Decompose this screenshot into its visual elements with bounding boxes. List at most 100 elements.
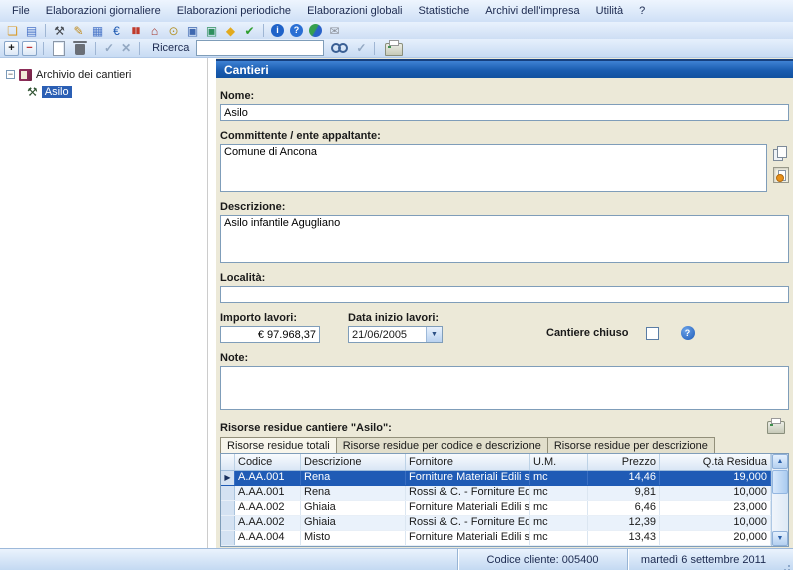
table-row[interactable]: ▶A.AA.001RenaForniture Materiali Edili s…: [221, 471, 771, 486]
filter-icon[interactable]: ✓: [354, 41, 368, 55]
row-selector[interactable]: ▶: [221, 471, 235, 485]
search-input[interactable]: [196, 40, 324, 56]
menu-statistiche[interactable]: Statistiche: [410, 2, 477, 20]
cell-q-t-residua[interactable]: 10,000: [660, 486, 771, 500]
help-icon[interactable]: ?: [681, 326, 695, 340]
worker-icon[interactable]: ⚒: [51, 23, 68, 38]
scroll-up-icon[interactable]: ▲: [772, 454, 788, 469]
column-header-codice[interactable]: Codice: [235, 454, 301, 470]
find-binoculars-icon[interactable]: [331, 42, 347, 54]
table-row[interactable]: A.AA.001RenaRossi & C. - Forniture Edili…: [221, 486, 771, 501]
cell-q-t-residua[interactable]: 10,000: [660, 516, 771, 530]
help-icon[interactable]: ?: [290, 24, 303, 37]
cancel-icon[interactable]: ✕: [119, 41, 133, 55]
cell-u-m-[interactable]: mc: [530, 501, 588, 515]
column-header-u-m-[interactable]: U.M.: [530, 454, 588, 470]
table-row[interactable]: A.AA.004MistoForniture Materiali Edili s…: [221, 531, 771, 546]
grid-scrollbar[interactable]: ▲ ▼: [771, 454, 788, 546]
cell-prezzo[interactable]: 14,46: [588, 471, 660, 485]
data-inizio-combobox[interactable]: 21/06/2005 ▼: [348, 326, 443, 343]
cell-descrizione[interactable]: Rena: [301, 471, 406, 485]
check-icon[interactable]: ✔: [241, 23, 258, 38]
menu-utilit-[interactable]: Utilità: [588, 2, 632, 20]
new-document-icon[interactable]: [53, 41, 65, 56]
tab-risorse-1[interactable]: Risorse residue per codice e descrizione: [336, 437, 548, 453]
info-icon[interactable]: i: [271, 24, 284, 37]
column-header-prezzo[interactable]: Prezzo: [588, 454, 660, 470]
open-folder-icon[interactable]: ❏: [4, 23, 21, 38]
cell-u-m-[interactable]: mc: [530, 486, 588, 500]
row-selector[interactable]: [221, 516, 235, 530]
clock-icon[interactable]: ⊙: [165, 23, 182, 38]
menu-elaborazioni-globali[interactable]: Elaborazioni globali: [299, 2, 410, 20]
book-icon[interactable]: ◆: [222, 23, 239, 38]
table-row[interactable]: A.AA.002GhiaiaForniture Materiali Edili …: [221, 501, 771, 516]
row-selector[interactable]: [221, 531, 235, 545]
cell-descrizione[interactable]: Ghiaia: [301, 501, 406, 515]
column-header-descrizione[interactable]: Descrizione: [301, 454, 406, 470]
chart-icon[interactable]: ▮▮: [127, 23, 144, 38]
cell-fornitore[interactable]: Forniture Materiali Edili spa: [406, 531, 530, 545]
mail-icon[interactable]: ✉: [326, 23, 343, 38]
monitor-icon[interactable]: ▣: [203, 23, 220, 38]
cell-prezzo[interactable]: 9,81: [588, 486, 660, 500]
cell-q-t-residua[interactable]: 20,000: [660, 531, 771, 545]
tab-risorse-2[interactable]: Risorse residue per descrizione: [547, 437, 715, 453]
confirm-icon[interactable]: ✓: [102, 41, 116, 55]
cell-fornitore[interactable]: Rossi & C. - Forniture Edili snc: [406, 516, 530, 530]
delete-icon[interactable]: [75, 44, 85, 55]
cell-codice[interactable]: A.AA.002: [235, 516, 301, 530]
cell-u-m-[interactable]: mc: [530, 531, 588, 545]
edit-icon[interactable]: ✎: [70, 23, 87, 38]
cell-q-t-residua[interactable]: 23,000: [660, 501, 771, 515]
menu-elaborazioni-giornaliere[interactable]: Elaborazioni giornaliere: [38, 2, 169, 20]
computers-icon[interactable]: ▣: [184, 23, 201, 38]
cell-u-m-[interactable]: mc: [530, 471, 588, 485]
cell-q-t-residua[interactable]: 19,000: [660, 471, 771, 485]
cell-fornitore[interactable]: Rossi & C. - Forniture Edili snc: [406, 486, 530, 500]
localita-input[interactable]: [220, 286, 789, 303]
scroll-down-icon[interactable]: ▼: [772, 531, 788, 546]
calculator-icon[interactable]: ▦: [89, 23, 106, 38]
print-risorse-icon[interactable]: [767, 421, 785, 434]
tab-risorse-0[interactable]: Risorse residue totali: [220, 437, 337, 453]
factory-icon[interactable]: ⌂: [146, 23, 163, 38]
euro-icon[interactable]: €: [108, 23, 125, 38]
cell-u-m-[interactable]: mc: [530, 516, 588, 530]
chevron-down-icon[interactable]: ▼: [426, 327, 442, 342]
print-icon[interactable]: [385, 43, 403, 56]
menu--[interactable]: ?: [631, 2, 653, 20]
copy-committente-icon[interactable]: [773, 146, 787, 160]
table-row[interactable]: A.AA.002GhiaiaRossi & C. - Forniture Edi…: [221, 516, 771, 531]
nome-input[interactable]: [220, 104, 789, 121]
cell-codice[interactable]: A.AA.001: [235, 471, 301, 485]
cell-prezzo[interactable]: 6,46: [588, 501, 660, 515]
globe-icon[interactable]: [309, 24, 322, 37]
cell-codice[interactable]: A.AA.002: [235, 501, 301, 515]
menu-file[interactable]: File: [4, 2, 38, 20]
row-selector[interactable]: [221, 486, 235, 500]
cell-codice[interactable]: A.AA.001: [235, 486, 301, 500]
cell-descrizione[interactable]: Rena: [301, 486, 406, 500]
document-icon[interactable]: ▤: [23, 23, 40, 38]
cell-prezzo[interactable]: 13,43: [588, 531, 660, 545]
row-selector[interactable]: [221, 501, 235, 515]
descrizione-textarea[interactable]: Asilo infantile Agugliano: [220, 215, 789, 263]
column-header-q-t-residua[interactable]: Q.tà Residua: [660, 454, 771, 470]
menu-archivi-dell-impresa[interactable]: Archivi dell'impresa: [477, 2, 587, 20]
committente-textarea[interactable]: Comune di Ancona: [220, 144, 767, 192]
cell-descrizione[interactable]: Misto: [301, 531, 406, 545]
cell-fornitore[interactable]: Forniture Materiali Edili spa: [406, 471, 530, 485]
add-record-button[interactable]: +: [4, 41, 19, 56]
tree-root-archivio[interactable]: − Archivio dei cantieri: [0, 66, 207, 83]
column-header-fornitore[interactable]: Fornitore: [406, 454, 530, 470]
cell-descrizione[interactable]: Ghiaia: [301, 516, 406, 530]
tree-selected-label[interactable]: Asilo: [42, 86, 72, 98]
cell-codice[interactable]: A.AA.004: [235, 531, 301, 545]
note-textarea[interactable]: [220, 366, 789, 410]
menu-elaborazioni-periodiche[interactable]: Elaborazioni periodiche: [169, 2, 299, 20]
cell-fornitore[interactable]: Forniture Materiali Edili spa: [406, 501, 530, 515]
remove-record-button[interactable]: −: [22, 41, 37, 56]
importo-input[interactable]: [220, 326, 320, 343]
resize-grip[interactable]: [779, 549, 793, 570]
